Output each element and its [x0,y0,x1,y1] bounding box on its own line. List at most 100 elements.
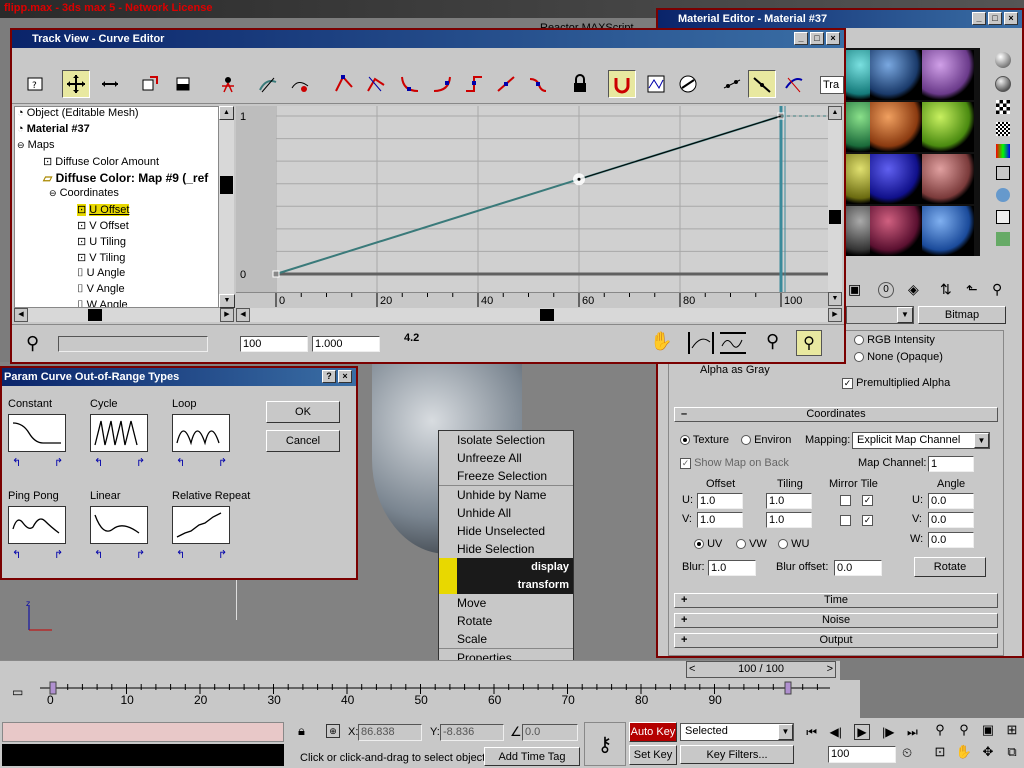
tree-item-diffuse-amount[interactable]: ⊡ Diffuse Color Amount [43,155,159,168]
oor-type-loop-button[interactable] [172,414,230,452]
mapping-dropdown[interactable]: Explicit Map Channel ▼ [852,432,990,449]
oor-type-ping-pong-button[interactable] [8,506,66,544]
prev-frame-arrow-icon[interactable]: < [689,662,695,677]
environ-option[interactable]: Environ [741,434,791,446]
oor-in-icon[interactable]: ↰ [12,548,28,564]
set-key-icon[interactable]: ⚷ [584,722,626,766]
tree-item-diffuse-color[interactable]: ▱ Diffuse Color: Map #9 (_ref [43,171,208,185]
noise-rollout[interactable]: + Noise [674,613,998,628]
v-tiling-field[interactable]: 1.0 [766,512,812,528]
tree-item-v-tiling[interactable]: ⊡ V Tiling [77,251,125,264]
time-configuration-icon[interactable]: ⏲ [902,746,912,759]
sample-type-icon[interactable] [995,52,1011,68]
min-max-toggle-icon[interactable]: ⧉ [1000,744,1024,766]
sample-slot-12[interactable] [922,206,974,256]
maximize-button[interactable]: □ [810,32,824,45]
collapse-icon[interactable]: ⊖ [49,188,57,198]
menu-item-isolate-selection[interactable]: Isolate Selection [439,431,573,449]
scroll-down-icon[interactable]: ▼ [219,294,235,308]
sample-slot-3[interactable] [922,50,974,100]
filters-icon[interactable]: ? [22,70,50,98]
zoom-icon[interactable]: ⚲ [928,722,952,744]
pan-hand-icon[interactable]: ✋ [650,332,672,350]
sample-slot-6[interactable] [922,102,974,152]
region-zoom-icon[interactable]: ⊡ [928,744,952,766]
scroll-right-icon[interactable]: ▶ [220,308,234,322]
scroll-thumb[interactable] [88,309,102,321]
scroll-thumb[interactable] [220,176,233,194]
auto-key-button[interactable]: Auto Key [629,722,677,742]
previous-frame-icon[interactable]: ◀| [830,725,842,739]
curve-key-point[interactable] [272,270,280,278]
u-tiling-field[interactable]: 1.0 [766,493,812,509]
tree-item-material[interactable]: ◔ Material #37 [17,123,90,135]
tree-scrollbar[interactable]: ▲ ▼ [218,106,235,308]
sample-slot-8[interactable] [870,154,922,204]
x-coordinate-field[interactable]: 86.838 [358,724,422,741]
track-bar[interactable]: 0 10 20 30 40 50 60 70 80 90 [0,680,860,718]
scroll-thumb[interactable] [540,309,554,321]
tree-item-w-angle[interactable]: ⌷ W Angle [77,299,128,307]
tree-item-u-tiling[interactable]: ⊡ U Tiling [77,235,126,248]
menu-item-move[interactable]: Move [439,594,573,612]
controller-tree[interactable]: ◔ Object (Editable Mesh) ◔ Material #37 … [14,106,220,308]
tree-item-v-angle[interactable]: ⌷ V Angle [77,283,125,296]
show-all-tangents-icon[interactable] [718,70,746,98]
next-frame-icon[interactable]: |▶ [882,725,894,739]
tree-item-u-angle[interactable]: ⌷ U Angle [77,267,125,280]
value-field[interactable]: 1.000 [312,336,380,352]
scroll-up-icon[interactable]: ▲ [828,106,842,120]
close-button[interactable]: × [1004,12,1018,25]
u-angle-field[interactable]: 0.0 [928,493,974,509]
sample-slot-9[interactable] [922,154,974,204]
tangent-auto-icon[interactable] [330,70,358,98]
zoom-value-extents-icon[interactable] [720,332,746,354]
tangent-step-icon[interactable] [460,70,488,98]
selected-object-field[interactable] [58,336,208,352]
time-rollout[interactable]: + Time [674,593,998,608]
z-coordinate-field[interactable]: 0.0 [522,724,578,741]
texture-option[interactable]: Texture [680,434,729,446]
tree-item-u-offset[interactable]: ⊡ U Offset [77,203,130,216]
v-tile-checkbox[interactable]: ✓ [862,514,873,526]
u-tile-checkbox[interactable]: ✓ [862,494,873,506]
help-button[interactable]: ? [322,370,336,383]
menu-item-unfreeze-all[interactable]: Unfreeze All [439,449,573,467]
show-map-on-back-checkbox[interactable]: ✓ [680,457,691,469]
put-to-library-icon[interactable]: ▣ [848,282,861,296]
v-offset-field[interactable]: 1.0 [697,512,743,528]
rgb-intensity-radio[interactable] [854,335,864,346]
zoom-selected-object-icon[interactable]: ⚲ [26,334,39,352]
draw-curves-icon[interactable] [254,70,282,98]
premultiplied-checkbox[interactable]: ✓ [842,377,853,389]
rotate-button[interactable]: Rotate [914,557,986,577]
menu-item-unhide-by-name[interactable]: Unhide by Name [439,486,573,504]
show-tangents-icon[interactable] [748,70,776,98]
backlight-icon[interactable] [995,76,1011,92]
oor-in-icon[interactable]: ↰ [94,456,110,472]
tree-hscroll[interactable]: ◀ ▶ [14,308,234,322]
minimize-button[interactable]: _ [794,32,808,45]
material-editor-titlebar[interactable]: Material Editor - Material #37 [658,10,1022,28]
tree-item-coordinates[interactable]: ⊖ Coordinates [49,187,119,199]
minimize-button[interactable]: _ [972,12,986,25]
curve-editor-titlebar[interactable]: Track View - Curve Editor [12,30,844,48]
scroll-up-icon[interactable]: ▲ [219,106,234,120]
sample-slot-11[interactable] [870,206,922,256]
oor-in-icon[interactable]: ↰ [12,456,28,472]
scroll-left-icon[interactable]: ◀ [14,308,28,322]
oor-type-constant-button[interactable] [8,414,66,452]
selection-lock-icon[interactable]: 🔒︎ [298,724,305,737]
tree-item-object[interactable]: ◔ Object (Editable Mesh) [17,107,139,119]
zoom-region-icon[interactable]: ⚲ [796,330,822,356]
show-map-on-back-option[interactable]: ✓ Show Map on Back [680,457,789,469]
slide-keys-icon[interactable] [96,70,124,98]
none-opaque-option[interactable]: None (Opaque) [854,351,943,363]
track-bar-key[interactable] [784,681,792,695]
go-to-parent-icon[interactable]: ⬑ [966,282,978,296]
tree-item-maps[interactable]: ⊖ Maps [17,139,55,151]
w-angle-field[interactable]: 0.0 [928,532,974,548]
show-end-result-icon[interactable]: ⇅ [940,282,952,296]
oor-out-icon[interactable]: ↱ [218,548,234,564]
oor-out-icon[interactable]: ↱ [54,548,70,564]
